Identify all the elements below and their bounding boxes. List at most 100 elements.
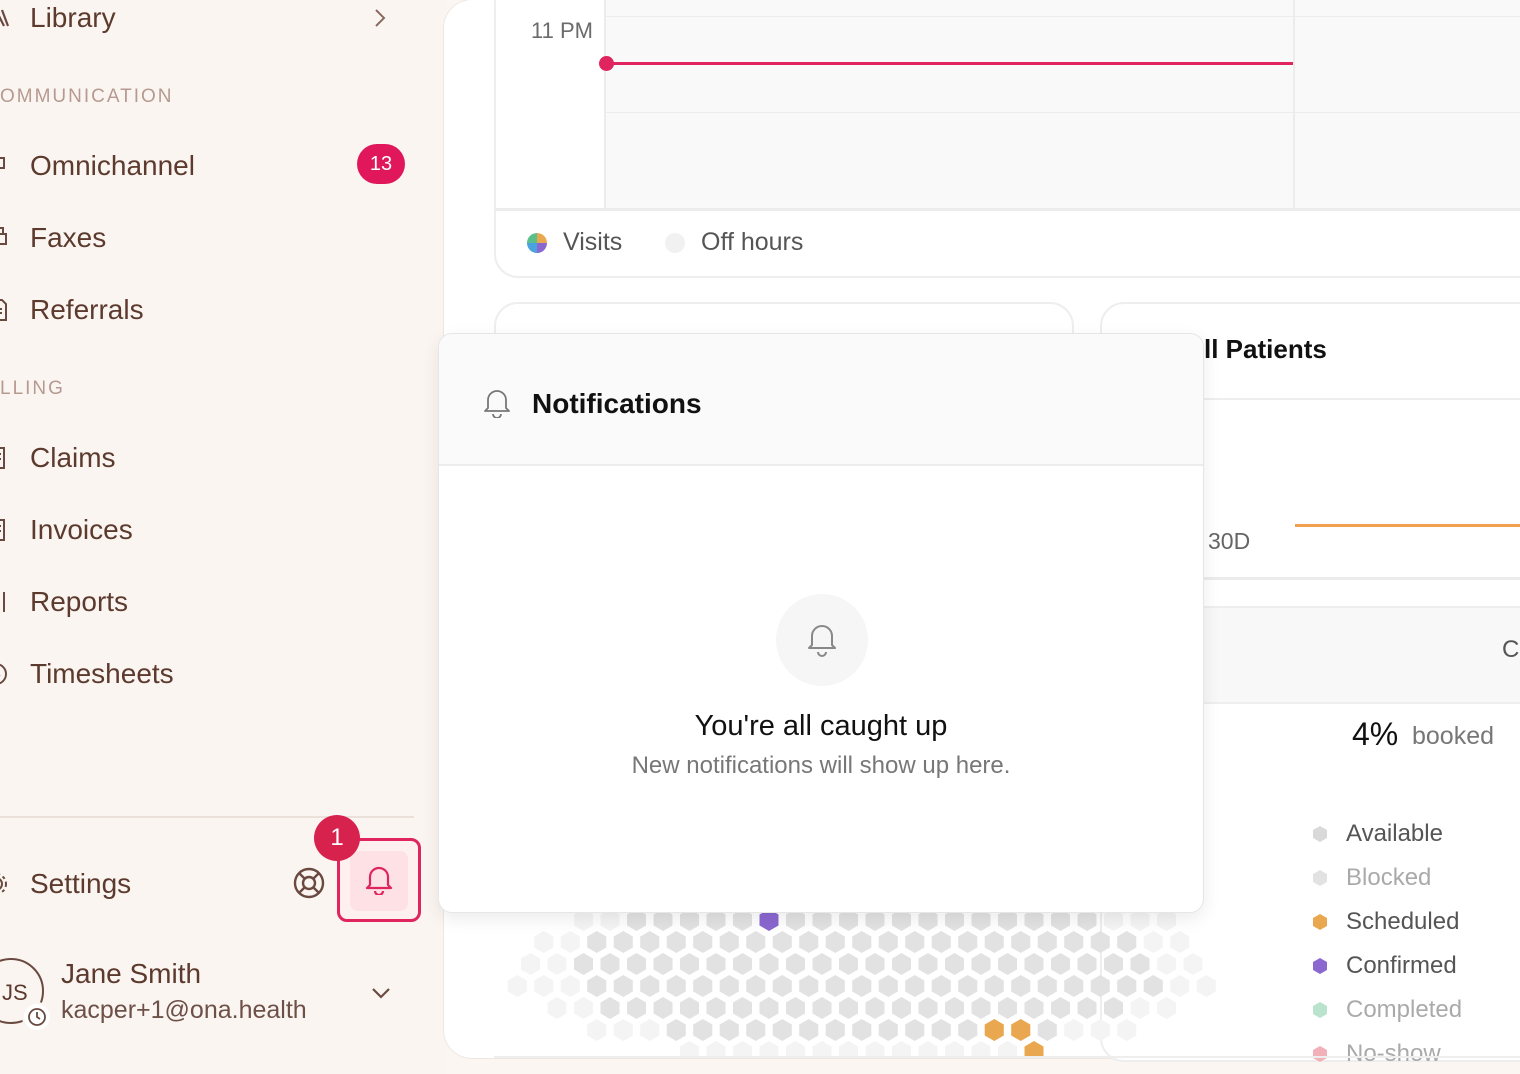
bell-icon	[805, 619, 839, 662]
avatar-initials: JS	[2, 980, 28, 1005]
honeycomb-cell	[693, 931, 713, 953]
invoice-icon	[0, 516, 12, 544]
honeycomb-cell	[892, 953, 911, 975]
honeycomb-cell	[799, 975, 819, 997]
honeycomb-cell	[1196, 975, 1216, 997]
bell-icon	[364, 863, 394, 900]
card-divider	[1204, 577, 1520, 580]
honeycomb-cell	[998, 953, 1017, 975]
honeycomb-cell	[931, 1019, 951, 1041]
honeycomb-cell	[587, 1019, 607, 1041]
honeycomb-cell	[653, 997, 673, 1019]
chevron-down-icon[interactable]	[368, 980, 394, 1011]
honeycomb-cell	[1037, 931, 1057, 953]
honeycomb-cell	[666, 1019, 686, 1041]
honeycomb-cell	[1024, 997, 1044, 1019]
clock-icon	[0, 660, 12, 688]
sidebar-item-reports[interactable]: Reports	[0, 580, 128, 624]
honeycomb-cell	[799, 931, 819, 953]
receipt-icon	[0, 444, 12, 472]
honeycomb-cell	[574, 910, 593, 931]
sidebar-item-claims[interactable]: Claims	[0, 436, 116, 480]
column-letter: C	[1502, 636, 1520, 663]
sidebar-item-label: Library	[30, 2, 116, 33]
status-blocked: Blocked	[1312, 864, 1431, 892]
honeycomb-cell	[905, 975, 925, 997]
honeycomb-cell	[839, 953, 858, 975]
time-label: 11 PM	[531, 18, 593, 43]
sidebar-item-omnichannel[interactable]: Omnichannel	[0, 144, 195, 188]
grid-line	[604, 0, 606, 210]
booked-label: booked	[1412, 722, 1495, 750]
honeycomb-cell	[998, 910, 1017, 931]
honeycomb-cell	[998, 997, 1017, 1019]
honeycomb-cell	[534, 931, 554, 953]
range-label: 30D	[1208, 528, 1251, 554]
status-scheduled: Scheduled	[1312, 908, 1459, 936]
honeycomb-cell	[666, 931, 686, 953]
honeycomb-cell	[971, 953, 991, 975]
popover-header: Notifications	[439, 334, 1203, 466]
honeycomb-cell	[971, 910, 991, 931]
honeycomb-cell	[958, 975, 978, 997]
honeycomb-cell	[733, 953, 752, 975]
honeycomb-cell	[547, 997, 567, 1019]
honeycomb-cell	[640, 1019, 660, 1041]
honeycomb-cell	[733, 910, 752, 931]
honeycomb-cell	[865, 997, 885, 1019]
sidebar-divider	[0, 816, 414, 818]
honeycomb-cell	[759, 953, 779, 975]
status-label: Blocked	[1346, 864, 1432, 891]
honeycomb-cell	[786, 953, 805, 975]
honeycomb-cell	[1011, 931, 1031, 953]
sidebar-item-settings[interactable]: Settings	[0, 862, 131, 906]
honeycomb-cell	[1051, 997, 1070, 1019]
chart-icon	[0, 588, 12, 616]
honeycomb-cell	[547, 953, 567, 975]
grid-line	[606, 112, 1520, 113]
honeycomb-cell	[984, 1019, 1004, 1041]
honeycomb-cell	[1024, 953, 1044, 975]
honeycomb-cell	[892, 910, 911, 931]
honeycomb-cell	[706, 997, 726, 1019]
status-label: Completed	[1346, 996, 1463, 1023]
calendar-grid[interactable]	[606, 0, 1520, 208]
multicolor-dot-icon	[527, 232, 547, 253]
hexagon-icon	[1313, 958, 1327, 974]
chevron-right-icon[interactable]	[370, 4, 392, 37]
honeycomb-cell	[574, 997, 593, 1019]
honeycomb-cell	[719, 1019, 739, 1041]
sidebar-item-library[interactable]: Library	[0, 0, 116, 40]
honeycomb-cell	[892, 997, 911, 1019]
gear-icon	[0, 870, 12, 898]
sidebar-item-invoices[interactable]: Invoices	[0, 508, 133, 552]
unread-badge: 13	[357, 144, 405, 184]
printer-icon	[0, 224, 12, 252]
sidebar-item-faxes[interactable]: Faxes	[0, 216, 106, 260]
sidebar: Library OMMUNICATION Omnichannel 13 Faxe…	[0, 0, 446, 1074]
sidebar-item-label: Omnichannel	[30, 150, 195, 181]
honeycomb-cell	[1157, 953, 1176, 975]
honeycomb-cell	[521, 953, 540, 975]
honeycomb-cell	[812, 910, 832, 931]
sidebar-item-label: Claims	[30, 442, 116, 473]
honeycomb-cell	[786, 997, 805, 1019]
honeycomb-cell	[852, 1019, 872, 1041]
honeycomb-cell	[865, 953, 885, 975]
calendar-footer-divider	[494, 208, 1520, 211]
honeycomb-cell	[719, 931, 739, 953]
honeycomb-cell	[772, 975, 792, 997]
honeycomb-cell	[680, 997, 699, 1019]
user-name: Jane Smith	[61, 958, 202, 989]
honeycomb-cell	[905, 931, 925, 953]
honeycomb-cell	[878, 975, 898, 997]
sidebar-item-timesheets[interactable]: Timesheets	[0, 652, 174, 696]
status-available: Available	[1312, 820, 1443, 848]
honeycomb-cell	[1157, 910, 1176, 931]
honeycomb-cell	[1051, 953, 1070, 975]
sidebar-item-referrals[interactable]: Referrals	[0, 288, 144, 332]
honeycomb-cell	[627, 910, 646, 931]
help-lifebuoy-icon[interactable]	[290, 864, 328, 902]
honeycomb-cell	[772, 931, 792, 953]
honeycomb-cell	[1011, 975, 1031, 997]
